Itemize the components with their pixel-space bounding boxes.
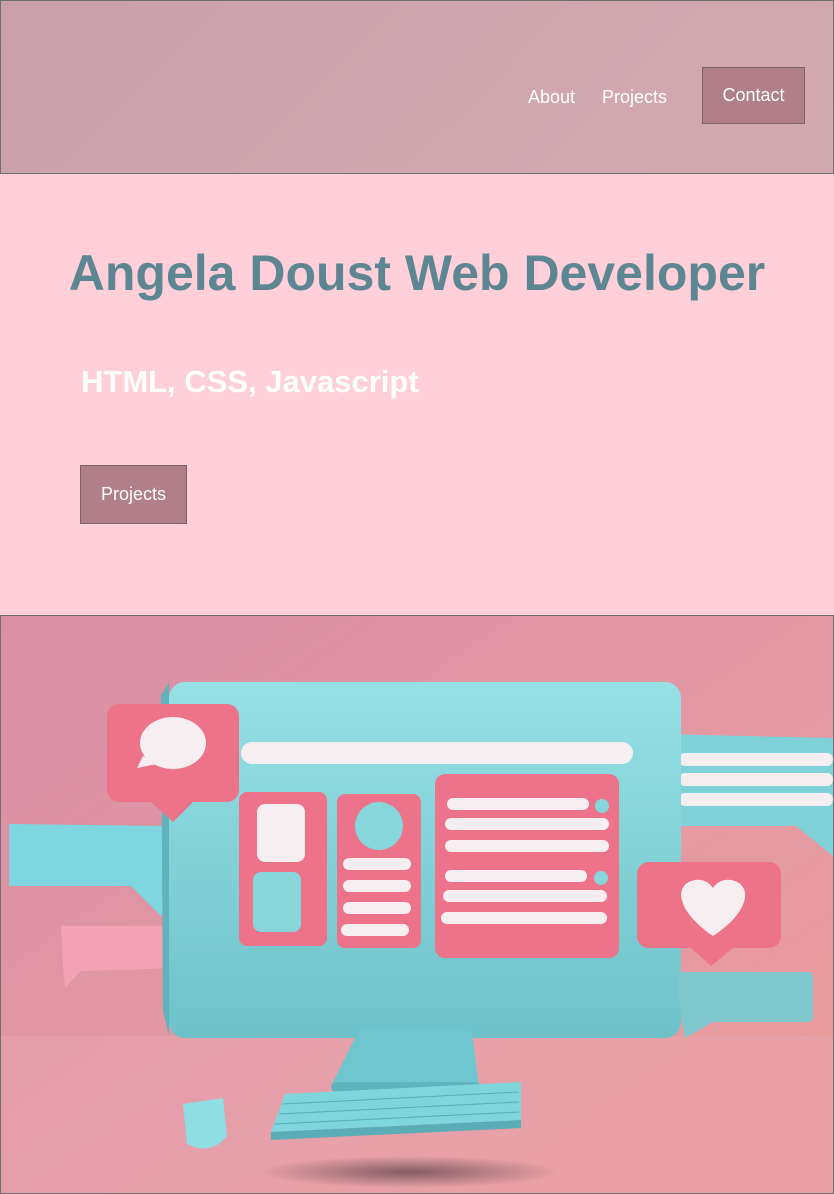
hero-subtitle: HTML, CSS, Javascript (81, 364, 419, 399)
hero-section: Angela Doust Web Developer HTML, CSS, Ja… (0, 174, 834, 615)
mouse (183, 1098, 227, 1149)
nav-about-link[interactable]: About (528, 87, 575, 107)
nav-projects-link[interactable]: Projects (602, 87, 667, 107)
site-header: About Projects Contact (0, 0, 834, 174)
contact-button[interactable]: Contact (702, 67, 805, 124)
page-title: Angela Doust Web Developer (68, 245, 766, 301)
hero-illustration (0, 615, 834, 1194)
projects-button[interactable]: Projects (80, 465, 187, 524)
